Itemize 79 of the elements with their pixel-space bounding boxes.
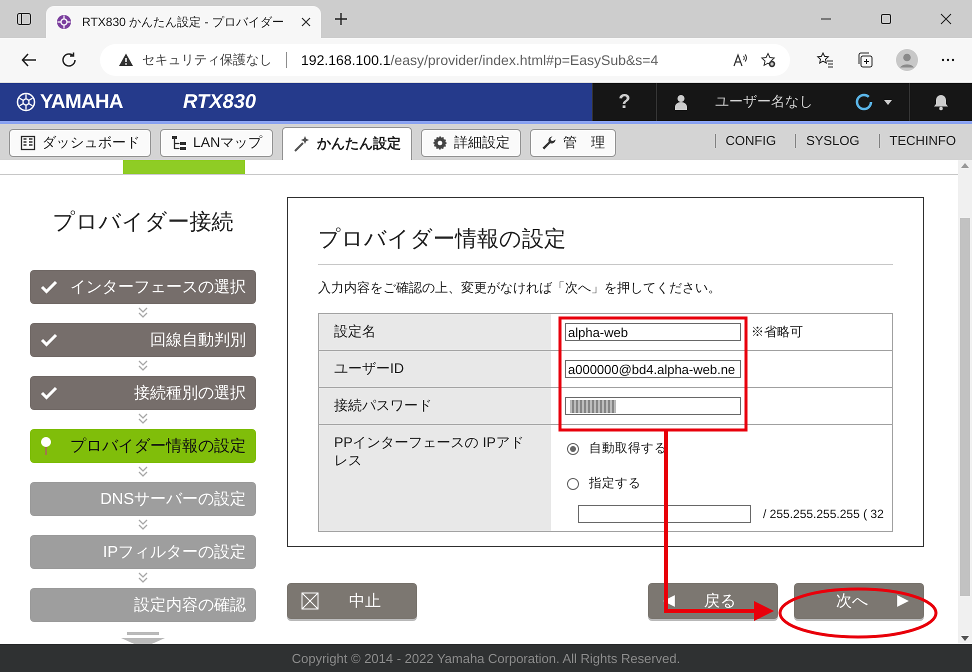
warning-icon [118, 52, 134, 68]
gear-icon [432, 135, 448, 151]
refresh-icon[interactable] [60, 51, 78, 69]
instruction-text: 入力内容をご確認の上、変更がなければ「次へ」を押してください。 [318, 279, 722, 297]
field-note: ※省略可 [751, 323, 803, 341]
radio-option[interactable]: 指定する [567, 466, 641, 501]
nav-tab[interactable]: ダッシュボード [9, 129, 151, 157]
new-tab-icon[interactable] [333, 11, 349, 27]
wrench-icon [541, 135, 558, 151]
check-icon [40, 278, 58, 296]
wizard-title: プロバイダー接続 [52, 208, 234, 236]
add-favorite-icon[interactable] [760, 52, 776, 68]
check-icon [40, 384, 58, 402]
wizard-step: プロバイダー情報の設定 [30, 429, 256, 463]
model-name: RTX830 [182, 90, 256, 114]
wizard-step: インターフェースの選択 [30, 270, 256, 304]
scrollbar[interactable] [958, 160, 972, 644]
caret-icon [883, 97, 893, 107]
user-name: ユーザー名なし [715, 93, 813, 111]
wizard-step: 設定内容の確認 [30, 588, 256, 622]
network-tree-icon [171, 135, 187, 151]
close-window-icon[interactable] [940, 13, 952, 25]
password-field[interactable] [565, 397, 741, 415]
text-input-field[interactable]: a000000@bd4.alpha-web.ne [565, 360, 741, 378]
address-field[interactable]: セキュリティ保護なし 192.168.100.1/easy/provider/index.html#p=EasySub&s=4 [100, 44, 790, 76]
collections-icon[interactable] [856, 51, 874, 69]
check-icon [40, 331, 58, 349]
loading-ring-icon [855, 93, 873, 111]
double-chevron-icon [137, 519, 149, 531]
nav-tab[interactable]: LANマップ [160, 129, 274, 157]
text-input-field[interactable]: alpha-web [565, 323, 741, 341]
subnet-mask-text: / 255.255.255.255 ( 32 [763, 507, 884, 521]
wizard-step: IPフィルターの設定 [30, 535, 256, 569]
next-button[interactable]: 次へ [794, 583, 924, 619]
cancel-button[interactable]: 中止 [287, 583, 417, 619]
dashboard-icon [20, 135, 36, 151]
copyright-text: Copyright © 2014 - 2022 Yamaha Corporation. All Rights Reserved. [292, 650, 680, 666]
right-triangle-icon [896, 594, 910, 608]
person-icon [673, 94, 689, 110]
double-chevron-icon [137, 466, 149, 478]
nav-link[interactable]: CONFIG [714, 134, 786, 148]
url-text: 192.168.100.1/easy/provider/index.html#p=EasySub&s=4 [301, 52, 658, 68]
sidebar-icon[interactable] [16, 11, 32, 27]
pin-icon [40, 436, 52, 456]
field-label: 接続パスワード [319, 388, 551, 424]
nav-link[interactable]: TECHINFO [878, 134, 966, 148]
nav-link[interactable]: SYSLOG [795, 134, 870, 148]
back-arrow-icon[interactable] [20, 51, 38, 69]
security-label: セキュリティ保護なし [142, 51, 272, 69]
field-label: PPインターフェースの IPアドレス [319, 425, 551, 531]
double-chevron-icon [137, 360, 149, 372]
maximize-icon[interactable] [880, 13, 892, 25]
browser-tab[interactable]: RTX830 かんたん設定 - プロバイダー [46, 6, 321, 38]
bell-icon [932, 93, 950, 111]
form-title: プロバイダー情報の設定 [318, 224, 893, 265]
brand-name: YAMAHA [40, 90, 123, 114]
wizard-step: DNSサーバーの設定 [30, 482, 256, 516]
nav-tab[interactable]: 詳細設定 [421, 129, 522, 157]
field-label: ユーザーID [319, 351, 551, 387]
blurred-password [570, 400, 616, 412]
close-tab-icon[interactable] [301, 17, 311, 27]
magic-wand-icon [293, 135, 312, 153]
double-chevron-icon [137, 572, 149, 584]
read-aloud-icon[interactable] [732, 52, 748, 68]
ip-address-field[interactable] [578, 505, 751, 523]
nav-tab[interactable]: かんたん設定 [282, 127, 412, 160]
nav-tab[interactable]: 管 理 [530, 129, 616, 157]
profile-avatar-icon[interactable] [896, 49, 918, 71]
left-triangle-icon [662, 594, 676, 608]
double-chevron-icon [137, 307, 149, 319]
boxed-x-icon [301, 592, 319, 610]
field-label: 設定名 [319, 314, 551, 350]
scroll-down-icon[interactable] [961, 636, 969, 642]
wizard-step: 回線自動判別 [30, 323, 256, 357]
double-chevron-icon [137, 413, 149, 425]
wizard-step: 接続種別の選択 [30, 376, 256, 410]
favorites-icon[interactable] [816, 51, 834, 69]
user-menu[interactable]: ユーザー名なし [656, 83, 909, 121]
help-button[interactable]: ? [592, 83, 656, 121]
